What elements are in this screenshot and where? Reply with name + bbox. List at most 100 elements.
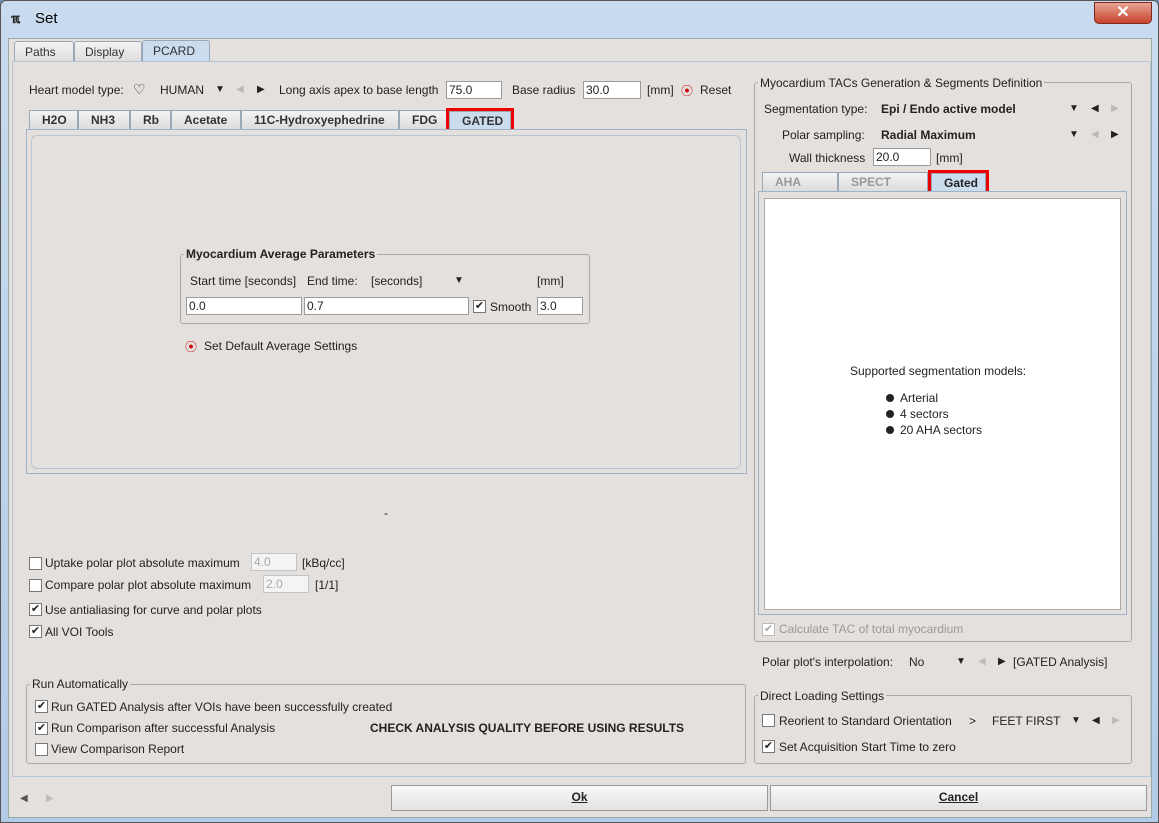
reset-button[interactable]: Reset [700, 83, 731, 97]
uptake-unit: [kBq/cc] [302, 556, 345, 570]
voi-tools-checkbox[interactable]: ✔ [29, 625, 42, 638]
list-item: 4 sectors [886, 406, 982, 422]
tab-rb[interactable]: Rb [130, 110, 171, 129]
chevron-down-icon[interactable]: ▼ [956, 656, 966, 667]
close-button[interactable]: ✕ [1094, 2, 1152, 24]
app-icon: ℼ [11, 11, 21, 26]
compare-max-checkbox[interactable] [29, 579, 42, 592]
list-item: Arterial [886, 390, 982, 406]
heart-model-value[interactable]: HUMAN [160, 83, 204, 97]
compare-max-input[interactable]: 2.0 [263, 575, 309, 593]
tab-aha[interactable]: AHA (17) [762, 172, 838, 203]
interpolation-select[interactable]: No [909, 655, 924, 669]
chevron-down-icon[interactable]: ▼ [1071, 715, 1081, 726]
smooth-label: Smooth [490, 300, 532, 314]
title-bar: ℼ Set ✕ [1, 1, 1159, 37]
tab-display[interactable]: Display [74, 41, 142, 62]
start-time-input[interactable]: 0.0 [186, 297, 302, 315]
next-arrow-icon[interactable]: ▶ [46, 793, 54, 804]
run-gated-label: Run GATED Analysis after VOIs have been … [51, 700, 393, 714]
next-arrow-icon[interactable]: ▶ [1111, 129, 1119, 140]
orientation-select[interactable]: FEET FIRST [992, 714, 1060, 728]
next-arrow-icon[interactable]: ▶ [1111, 103, 1119, 114]
end-time-input[interactable]: 0.7 [304, 297, 469, 315]
tab-fdg[interactable]: FDG [399, 110, 447, 129]
bullet-icon [886, 410, 894, 418]
model-name: Arterial [900, 391, 939, 405]
separator-dash: - [384, 506, 388, 520]
start-time-label: Start time [seconds] [190, 274, 297, 288]
smooth-checkbox[interactable]: ✔ [473, 300, 486, 313]
tab-spect[interactable]: SPECT (20) [838, 172, 928, 203]
chevron-down-icon[interactable]: ▼ [215, 84, 225, 95]
quality-warning: CHECK ANALYSIS QUALITY BEFORE USING RESU… [370, 721, 685, 735]
tab-pcard[interactable]: PCARD [142, 40, 210, 62]
tab-paths[interactable]: Paths [14, 41, 74, 62]
segmentation-type-select[interactable]: Epi / Endo active model [881, 102, 1016, 116]
bullet-icon [886, 394, 894, 402]
tab-gated-seg[interactable]: Gated [928, 170, 989, 194]
calc-tac-checkbox[interactable]: ✔ [762, 623, 775, 636]
view-report-checkbox[interactable] [35, 743, 48, 756]
set-default-button[interactable]: Set Default Average Settings [204, 339, 357, 353]
prev-arrow-icon[interactable]: ◀ [1092, 715, 1100, 726]
next-arrow-icon[interactable]: ▶ [998, 656, 1006, 667]
long-axis-input[interactable]: 75.0 [446, 81, 502, 99]
tab-hydroxyephedrine[interactable]: 11C-Hydroxyephedrine [241, 110, 399, 129]
cancel-button[interactable]: Cancel [770, 785, 1147, 811]
view-report-label: View Comparison Report [51, 742, 185, 756]
end-unit-select[interactable]: [seconds] [371, 274, 422, 288]
chevron-down-icon[interactable]: ▼ [1069, 129, 1079, 140]
run-gated-checkbox[interactable]: ✔ [35, 700, 48, 713]
polar-sampling-label: Polar sampling: [782, 128, 865, 142]
chevron-down-icon[interactable]: ▼ [1069, 103, 1079, 114]
acq-start-label: Set Acquisition Start Time to zero [779, 740, 956, 754]
uptake-max-checkbox[interactable] [29, 557, 42, 570]
acq-start-checkbox[interactable]: ✔ [762, 740, 775, 753]
window-title: Set [35, 10, 58, 27]
chevron-down-icon[interactable]: ▼ [454, 275, 464, 286]
prev-arrow-icon[interactable]: ◀ [236, 84, 244, 95]
run-comparison-checkbox[interactable]: ✔ [35, 722, 48, 735]
long-axis-label: Long axis apex to base length [279, 83, 439, 97]
voi-tools-label: All VOI Tools [45, 625, 114, 639]
tab-nh3[interactable]: NH3 [78, 110, 130, 129]
supported-models-label: Supported segmentation models: [850, 364, 1027, 378]
reorient-checkbox[interactable] [762, 714, 775, 727]
ok-button[interactable]: Ok [391, 785, 768, 811]
prev-arrow-icon[interactable]: ◀ [978, 656, 986, 667]
model-name: 4 sectors [900, 407, 949, 421]
direct-loading-title: Direct Loading Settings [758, 689, 887, 703]
default-radio-icon[interactable]: ⦿ [185, 338, 197, 355]
run-comparison-label: Run Comparison after successful Analysis [51, 721, 276, 735]
base-radius-input[interactable]: 30.0 [583, 81, 641, 99]
end-time-label: End time: [307, 274, 358, 288]
tab-gated[interactable]: GATED [446, 108, 514, 132]
compare-max-label: Compare polar plot absolute maximum [45, 578, 252, 592]
polar-sampling-select[interactable]: Radial Maximum [881, 128, 976, 142]
prev-arrow-icon[interactable]: ◀ [1091, 129, 1099, 140]
gt-symbol: > [969, 714, 977, 728]
reset-icon[interactable]: ⦿ [681, 82, 693, 99]
next-arrow-icon[interactable]: ▶ [257, 84, 265, 95]
base-radius-label: Base radius [512, 83, 576, 97]
reorient-label: Reorient to Standard Orientation [779, 714, 952, 728]
heart-icon: ♡ [133, 81, 146, 97]
tab-h2o[interactable]: H2O [29, 110, 78, 129]
tab-acetate[interactable]: Acetate [171, 110, 241, 129]
segmentation-type-label: Segmentation type: [764, 102, 868, 116]
bullet-icon [886, 426, 894, 434]
wall-thickness-input[interactable]: 20.0 [873, 148, 931, 166]
smooth-input[interactable]: 3.0 [537, 297, 583, 315]
antialiasing-label: Use antialiasing for curve and polar plo… [45, 603, 262, 617]
calc-tac-label: Calculate TAC of total myocardium [779, 622, 964, 636]
model-name: 20 AHA sectors [900, 423, 983, 437]
segments-title: Myocardium TACs Generation & Segments De… [758, 76, 1045, 90]
uptake-max-input[interactable]: 4.0 [251, 553, 297, 571]
prev-arrow-icon[interactable]: ◀ [1091, 103, 1099, 114]
mm-label: [mm] [537, 274, 564, 288]
gated-analysis-link[interactable]: [GATED Analysis] [1013, 655, 1107, 669]
next-arrow-icon[interactable]: ▶ [1112, 715, 1120, 726]
antialiasing-checkbox[interactable]: ✔ [29, 603, 42, 616]
prev-arrow-icon[interactable]: ◀ [20, 793, 28, 804]
